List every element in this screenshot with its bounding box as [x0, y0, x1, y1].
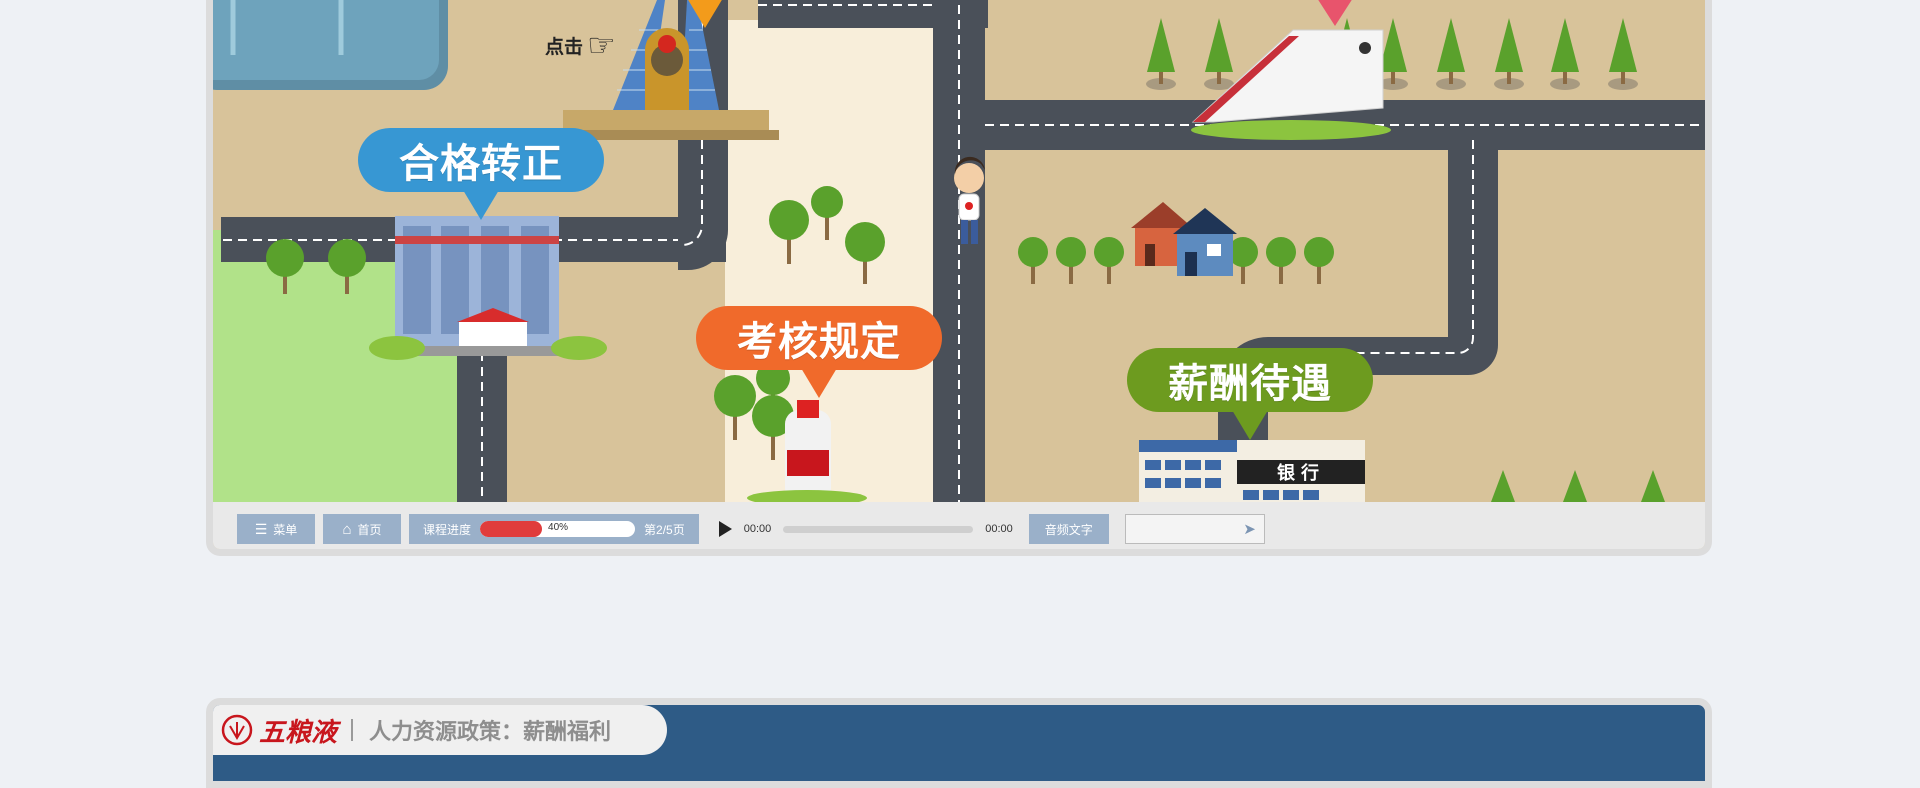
pointing-hand-icon: ☞ [587, 26, 616, 64]
click-hint: 点击 ☞ [545, 26, 616, 64]
brand-name: 五粮液 [259, 717, 338, 748]
search-box[interactable]: ➤ [1124, 514, 1265, 544]
callout-probation-pass[interactable]: 合格转正 [358, 128, 604, 220]
menu-button-label: 菜单 [273, 522, 298, 537]
progress-percent: 40% [548, 522, 569, 533]
course-title-bar: 五粮液 人力资源政策：薪酬福利 [213, 705, 667, 755]
brand-logo-icon [221, 714, 253, 746]
progress-fill [480, 521, 543, 537]
course-progress: 课程进度 40% 第2/5页 [409, 514, 699, 544]
player-toolbar: ☰ 菜单 ⌂ 首页 课程进度 40% 第2/5页 00:00 00:00 音频文… [213, 502, 1705, 549]
audio-text-button-label: 音频文字 [1044, 522, 1093, 537]
menu-button[interactable]: ☰ 菜单 [237, 514, 315, 544]
callout-probation-pass-label: 合格转正 [399, 141, 563, 187]
map-illustration [213, 0, 1705, 502]
progress-bar: 40% [480, 521, 636, 537]
click-hint-label: 点击 [545, 35, 584, 58]
callout-top-orange-tail [687, 0, 723, 28]
slide-frame: 合格转正 考核规定 薪酬待遇 点击 ☞ 银行 ☰ 菜单 ⌂ 首页 课程进度 40… [206, 0, 1712, 556]
home-icon: ⌂ [342, 520, 352, 538]
bank-sign: 银行 [1237, 460, 1365, 484]
title-divider [351, 719, 354, 741]
page-indicator: 第2/5页 [644, 522, 685, 537]
menu-icon: ☰ [254, 520, 268, 537]
play-icon[interactable] [718, 521, 732, 537]
time-total: 00:00 [985, 523, 1013, 535]
callout-top-pink-tail [1317, 0, 1353, 26]
seek-bar[interactable] [783, 525, 974, 533]
time-current: 00:00 [743, 523, 772, 535]
next-slide-frame: 五粮液 人力资源政策：薪酬福利 [206, 698, 1712, 788]
callout-salary-benefits-label: 薪酬待遇 [1168, 361, 1332, 407]
audio-text-button[interactable]: 音频文字 [1028, 514, 1109, 544]
course-title: 人力资源政策：薪酬福利 [369, 720, 612, 745]
callout-assessment-rules[interactable]: 考核规定 [696, 306, 942, 398]
callout-salary-benefits[interactable]: 薪酬待遇 [1127, 348, 1373, 440]
callout-assessment-rules-label: 考核规定 [737, 319, 901, 365]
map-scene: 合格转正 考核规定 薪酬待遇 点击 ☞ 银行 [213, 0, 1705, 502]
home-button-label: 首页 [357, 522, 382, 537]
progress-label: 课程进度 [423, 522, 472, 537]
search-input[interactable] [1139, 520, 1244, 538]
send-icon[interactable]: ➤ [1243, 520, 1256, 538]
bank-sign-label: 银行 [1277, 463, 1325, 483]
home-button[interactable]: ⌂ 首页 [323, 514, 401, 544]
